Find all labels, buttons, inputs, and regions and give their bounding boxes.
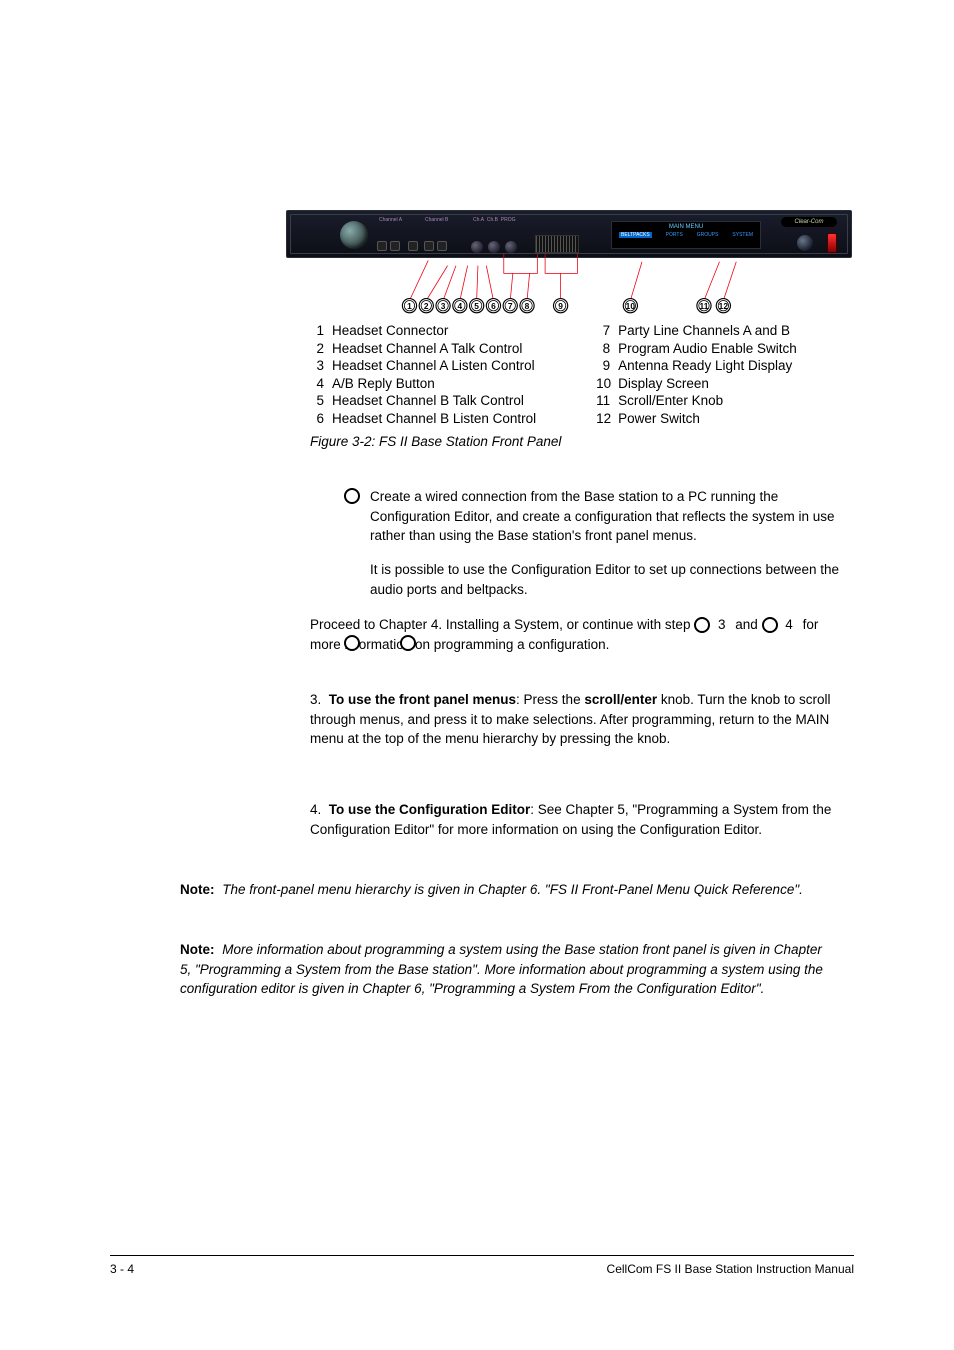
callout-7: 7 — [503, 299, 517, 313]
menu-item-system: SYSTEM — [732, 232, 753, 238]
legend: 1Headset Connector 2Headset Channel A Ta… — [310, 322, 797, 427]
step-5-body: 4. To use the Configuration Editor: See … — [310, 800, 834, 839]
menu-item-ports: PORTS — [666, 232, 683, 238]
ch-a-listen — [390, 241, 400, 251]
ch-a-talk — [377, 241, 387, 251]
ch-b-listen — [437, 241, 447, 251]
svg-text:7: 7 — [508, 301, 513, 311]
ab-reply — [408, 241, 418, 251]
svg-text:12: 12 — [719, 301, 729, 311]
open-bullet-icon — [344, 488, 360, 504]
callout-5: 5 — [470, 299, 484, 313]
device-panel: Channel A Channel B Ch.A Ch.B PROG MAIN … — [286, 210, 852, 258]
svg-text:9: 9 — [558, 301, 563, 311]
page: Channel A Channel B Ch.A Ch.B PROG MAIN … — [0, 0, 954, 1350]
callout-8: 8 — [520, 299, 534, 313]
legend-item: Headset Channel B Listen Control — [332, 410, 536, 428]
legend-item: Scroll/Enter Knob — [618, 392, 723, 410]
step-2-body: Create a wired connection from the Base … — [370, 487, 844, 546]
open-bullet-icon — [762, 617, 778, 633]
menu-title: MAIN MENU — [612, 224, 760, 230]
open-bullet-icon — [344, 635, 360, 651]
display-screen: MAIN MENU BELTPACKS PORTS GROUPS SYSTEM — [611, 221, 761, 249]
callout-11: 11 — [697, 299, 711, 313]
callout-9: 9 — [554, 299, 568, 313]
figure-caption: Figure 3-2: FS II Base Station Front Pan… — [310, 434, 561, 449]
callout-1: 1 — [402, 299, 416, 313]
svg-text:1: 1 — [407, 301, 412, 311]
step-2-body2: It is possible to use the Configuration … — [370, 560, 844, 599]
svg-text:8: 8 — [525, 301, 530, 311]
callout-2: 2 — [419, 299, 433, 313]
scroll-enter-knob — [797, 235, 813, 251]
legend-item: Power Switch — [618, 410, 700, 428]
callout-4: 4 — [453, 299, 467, 313]
legend-item: Headset Channel A Talk Control — [332, 340, 522, 358]
legend-item: Program Audio Enable Switch — [618, 340, 797, 358]
antenna-ready-lights — [535, 235, 579, 253]
svg-text:6: 6 — [491, 301, 496, 311]
callout-6: 6 — [486, 299, 500, 313]
callout-overlay: 1 2 3 4 5 — [286, 254, 852, 316]
channel-a-label: Channel A — [379, 217, 402, 223]
pl-ch-b — [488, 241, 500, 253]
menu-item-beltpacks: BELTPACKS — [619, 232, 652, 238]
callout-3: 3 — [436, 299, 450, 313]
note-2: Note: More information about programming… — [180, 940, 834, 999]
callout-10: 10 — [623, 299, 637, 313]
page-number: 3 - 4 — [110, 1262, 134, 1276]
legend-right: 7Party Line Channels A and B 8Program Au… — [596, 322, 797, 427]
cha-chb-prog-label: Ch.A Ch.B PROG — [473, 217, 516, 223]
step-4-body: 3. To use the front panel menus: Press t… — [310, 690, 834, 749]
svg-text:3: 3 — [441, 301, 446, 311]
svg-text:10: 10 — [626, 301, 636, 311]
channel-b-label: Channel B — [425, 217, 448, 223]
svg-text:2: 2 — [424, 301, 429, 311]
svg-text:4: 4 — [458, 301, 463, 311]
pl-ch-a — [471, 241, 483, 253]
prog-enable — [505, 241, 517, 253]
legend-left: 1Headset Connector 2Headset Channel A Ta… — [310, 322, 536, 427]
menu-item-groups: GROUPS — [697, 232, 719, 238]
callout-12: 12 — [716, 299, 730, 313]
step-3-line: Proceed to Chapter 4. Installing a Syste… — [310, 615, 844, 654]
legend-item: Headset Channel B Talk Control — [332, 392, 524, 410]
brand-logo: Clear-Com — [781, 217, 837, 227]
open-bullet-icon — [400, 635, 416, 651]
svg-text:5: 5 — [474, 301, 479, 311]
manual-title: CellCom FS II Base Station Instruction M… — [607, 1262, 854, 1276]
headset-connector-knob — [340, 221, 368, 249]
legend-item: Antenna Ready Light Display — [618, 357, 792, 375]
legend-item: A/B Reply Button — [332, 375, 435, 393]
svg-text:11: 11 — [700, 301, 709, 311]
legend-item: Headset Channel A Listen Control — [332, 357, 535, 375]
ch-b-talk — [424, 241, 434, 251]
legend-item: Display Screen — [618, 375, 709, 393]
legend-item: Headset Connector — [332, 322, 448, 340]
footer: 3 - 4 CellCom FS II Base Station Instruc… — [110, 1255, 854, 1276]
note-1: Note: The front-panel menu hierarchy is … — [180, 880, 834, 900]
figure-device: Channel A Channel B Ch.A Ch.B PROG MAIN … — [286, 210, 852, 316]
legend-item: Party Line Channels A and B — [618, 322, 790, 340]
power-switch — [827, 233, 837, 253]
open-bullet-icon — [694, 617, 710, 633]
